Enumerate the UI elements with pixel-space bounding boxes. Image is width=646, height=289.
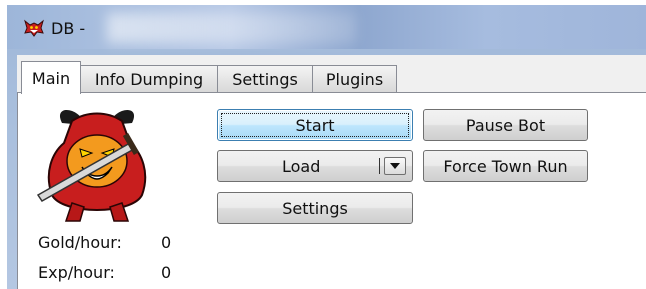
- exp-per-hour-value: 0: [161, 263, 172, 282]
- tab-plugins[interactable]: Plugins: [312, 65, 397, 92]
- main-tab-panel: Start Pause Bot Load Force Town Run Sett…: [17, 92, 646, 289]
- title-redaction: [107, 13, 357, 43]
- demon-icon: [24, 19, 44, 37]
- pause-bot-button[interactable]: Pause Bot: [423, 109, 588, 141]
- window-title: DB -: [51, 19, 86, 38]
- split-divider: [379, 158, 380, 174]
- title-bar[interactable]: DB -: [7, 5, 646, 49]
- tab-info-dumping[interactable]: Info Dumping: [80, 65, 218, 92]
- settings-button-label: Settings: [282, 198, 348, 218]
- client-area: Main Info Dumping Settings Plugins Start…: [17, 55, 646, 289]
- settings-button[interactable]: Settings: [217, 192, 413, 224]
- load-dropdown-button[interactable]: [384, 157, 406, 175]
- load-split-button[interactable]: Load: [217, 150, 413, 182]
- tab-settings[interactable]: Settings: [217, 65, 313, 92]
- tab-strip: Main Info Dumping Settings Plugins: [17, 61, 646, 94]
- gold-per-hour-label: Gold/hour:: [38, 233, 122, 252]
- exp-per-hour-label: Exp/hour:: [38, 263, 115, 282]
- demon-logo-icon: [36, 110, 147, 222]
- gold-per-hour-value: 0: [161, 233, 172, 252]
- force-town-run-label: Force Town Run: [443, 156, 568, 176]
- pause-bot-label: Pause Bot: [465, 115, 546, 135]
- tab-main[interactable]: Main: [21, 61, 81, 94]
- focus-ring: [221, 113, 409, 137]
- start-button[interactable]: Start: [217, 109, 413, 141]
- load-button-label: Load: [282, 157, 321, 176]
- chevron-down-icon: [390, 163, 400, 169]
- app-window: DB - Main Info Dumping Settings Plugins: [7, 5, 646, 289]
- force-town-run-button[interactable]: Force Town Run: [423, 150, 588, 182]
